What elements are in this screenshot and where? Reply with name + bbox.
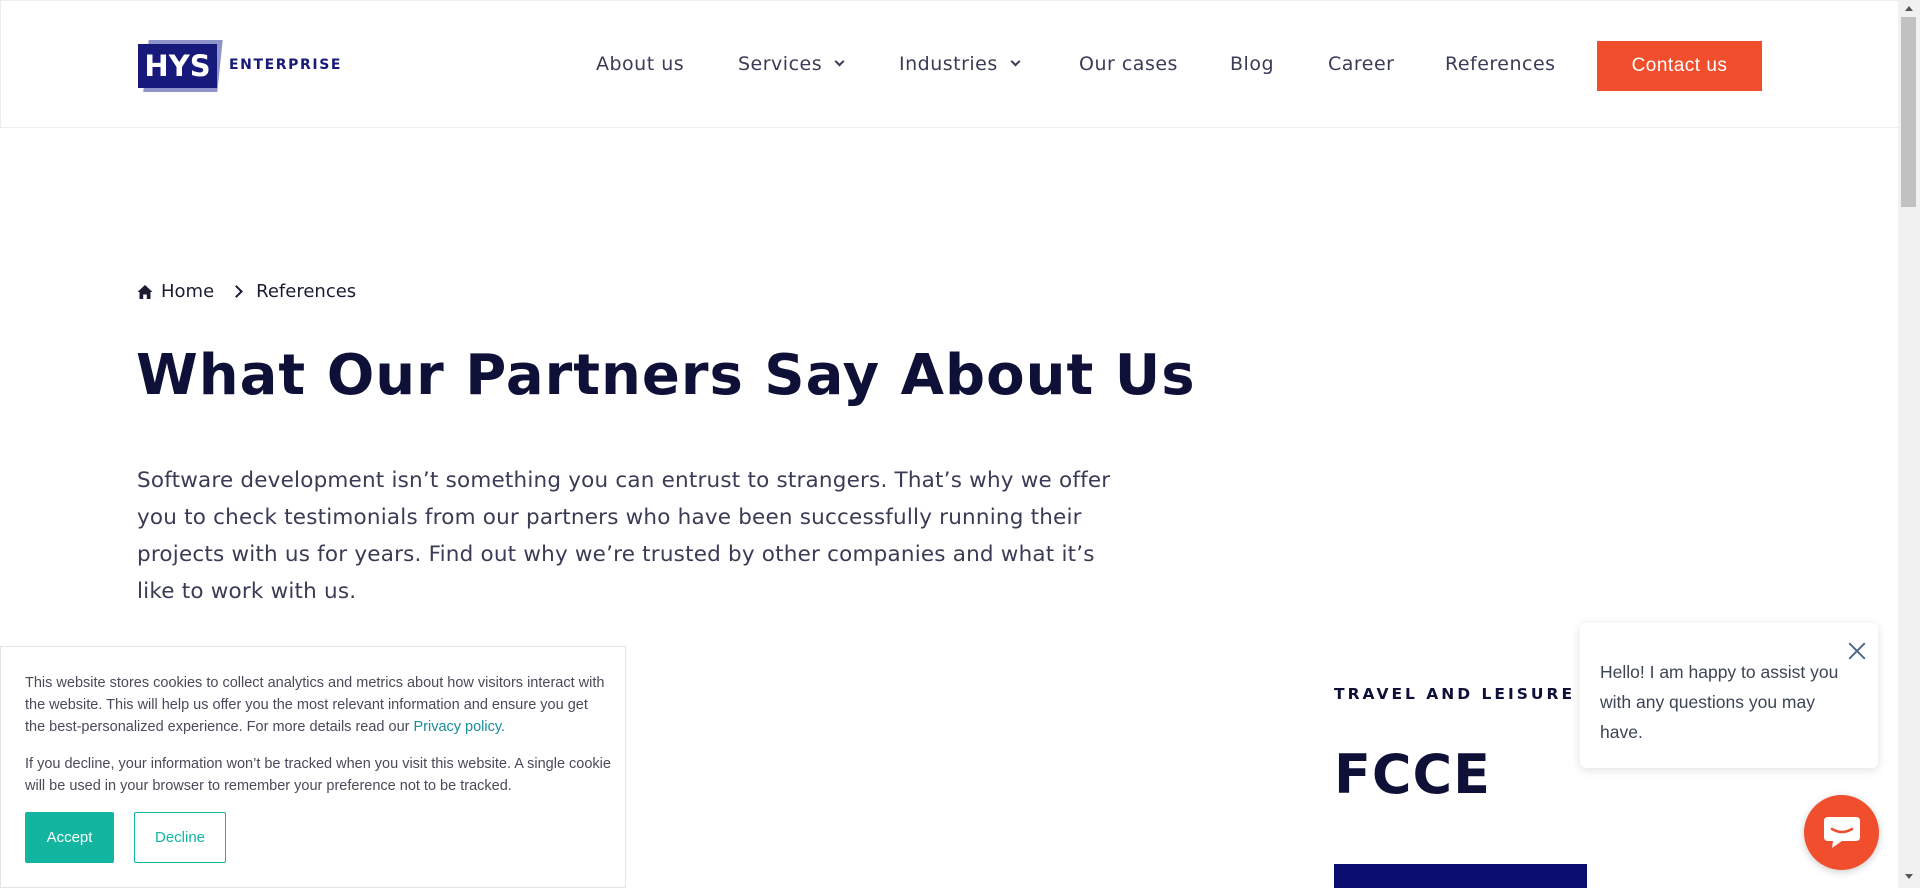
scroll-thumb[interactable]: [1901, 17, 1916, 207]
site-header: HYS ENTERPRISE About us Services Industr…: [0, 0, 1898, 128]
logo[interactable]: HYS ENTERPRISE: [138, 34, 342, 95]
page-scrollbar[interactable]: [1898, 0, 1920, 888]
case-image: [1334, 864, 1587, 888]
chevron-right-icon: [230, 285, 244, 298]
nav-services[interactable]: Services: [738, 53, 845, 75]
logo-mark-text: HYS: [138, 44, 217, 88]
breadcrumb: Home References: [137, 281, 356, 302]
nav-references[interactable]: References: [1445, 53, 1556, 75]
contact-us-button[interactable]: Contact us: [1597, 41, 1762, 91]
logo-text: ENTERPRISE: [229, 56, 343, 73]
chevron-down-icon: [834, 56, 845, 67]
nav-career[interactable]: Career: [1328, 53, 1395, 75]
chevron-down-icon: [1010, 56, 1021, 67]
logo-mark: HYS: [138, 34, 223, 95]
privacy-policy-link[interactable]: Privacy policy.: [413, 719, 505, 735]
chat-message-popup: Hello! I am happy to assist you with any…: [1580, 623, 1878, 768]
nav-blog[interactable]: Blog: [1230, 53, 1274, 75]
nav-our-cases[interactable]: Our cases: [1079, 53, 1178, 75]
page-title: What Our Partners Say About Us: [136, 343, 1196, 408]
cookie-decline-text: If you decline, your information won’t b…: [25, 756, 611, 794]
scroll-up-arrow-icon[interactable]: [1905, 6, 1913, 11]
scroll-down-arrow-icon[interactable]: [1905, 874, 1913, 879]
breadcrumb-current: References: [256, 281, 357, 302]
decline-button[interactable]: Decline: [134, 812, 226, 863]
case-category: TRAVEL AND LEISURE: [1334, 685, 1576, 703]
nav-about-us[interactable]: About us: [596, 53, 684, 75]
cookie-text: This website stores cookies to collect a…: [25, 675, 605, 735]
nav-industries[interactable]: Industries: [899, 53, 1021, 75]
cookie-banner: This website stores cookies to collect a…: [0, 646, 626, 888]
home-icon[interactable]: [137, 284, 153, 300]
chat-bubble-icon: [1823, 816, 1860, 848]
breadcrumb-home[interactable]: Home: [161, 281, 214, 302]
chat-message-text: Hello! I am happy to assist you with any…: [1600, 662, 1839, 742]
intro-text: Software development isn’t something you…: [137, 468, 1111, 604]
case-title: FCCE: [1334, 743, 1492, 806]
accept-button[interactable]: Accept: [25, 812, 114, 863]
chat-launcher-button[interactable]: [1804, 795, 1879, 870]
